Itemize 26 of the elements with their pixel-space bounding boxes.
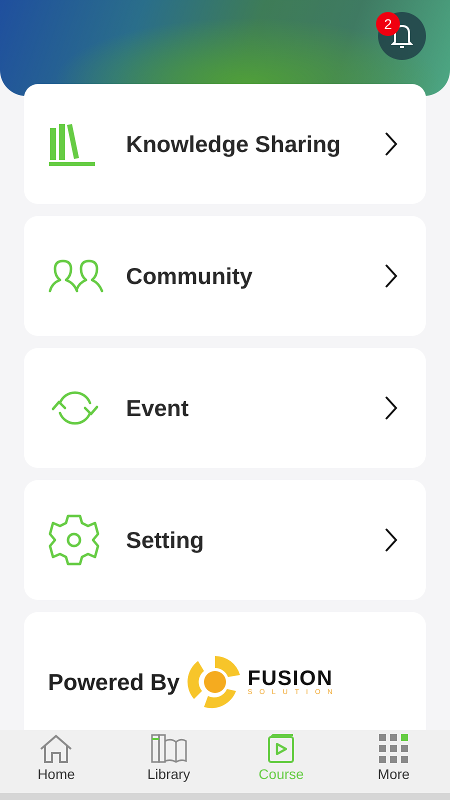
menu-label: Setting [126,526,205,554]
menu-card[interactable]: Community [24,216,426,336]
grid-icon [378,734,409,764]
chevron-right-icon [384,263,398,289]
chevron-right-icon [384,395,398,421]
bell-icon [391,23,413,49]
menu-card[interactable]: Knowledge Sharing [24,84,426,204]
gear-icon [48,514,100,566]
menu-card[interactable]: Event [24,348,426,468]
powered-by-text: Powered By [48,668,180,696]
menu-label: Knowledge Sharing [126,130,342,158]
play-book-icon [267,734,296,764]
home-icon [39,734,74,764]
notification-badge: 2 [376,12,400,36]
logo-name: FUSION [248,668,333,689]
menu-label: Community [126,262,254,290]
menu-card[interactable]: Setting [24,480,426,600]
people-icon [48,259,104,293]
notification-button[interactable]: 2 [378,12,426,60]
nav-tab[interactable]: More [338,730,450,793]
book-icon [150,734,187,764]
chevron-right-icon [384,527,398,553]
menu-label: Event [126,394,190,422]
chevron-right-icon [384,131,398,157]
nav-tab[interactable]: Home [0,730,112,793]
nav-tab[interactable]: Library [112,730,225,793]
